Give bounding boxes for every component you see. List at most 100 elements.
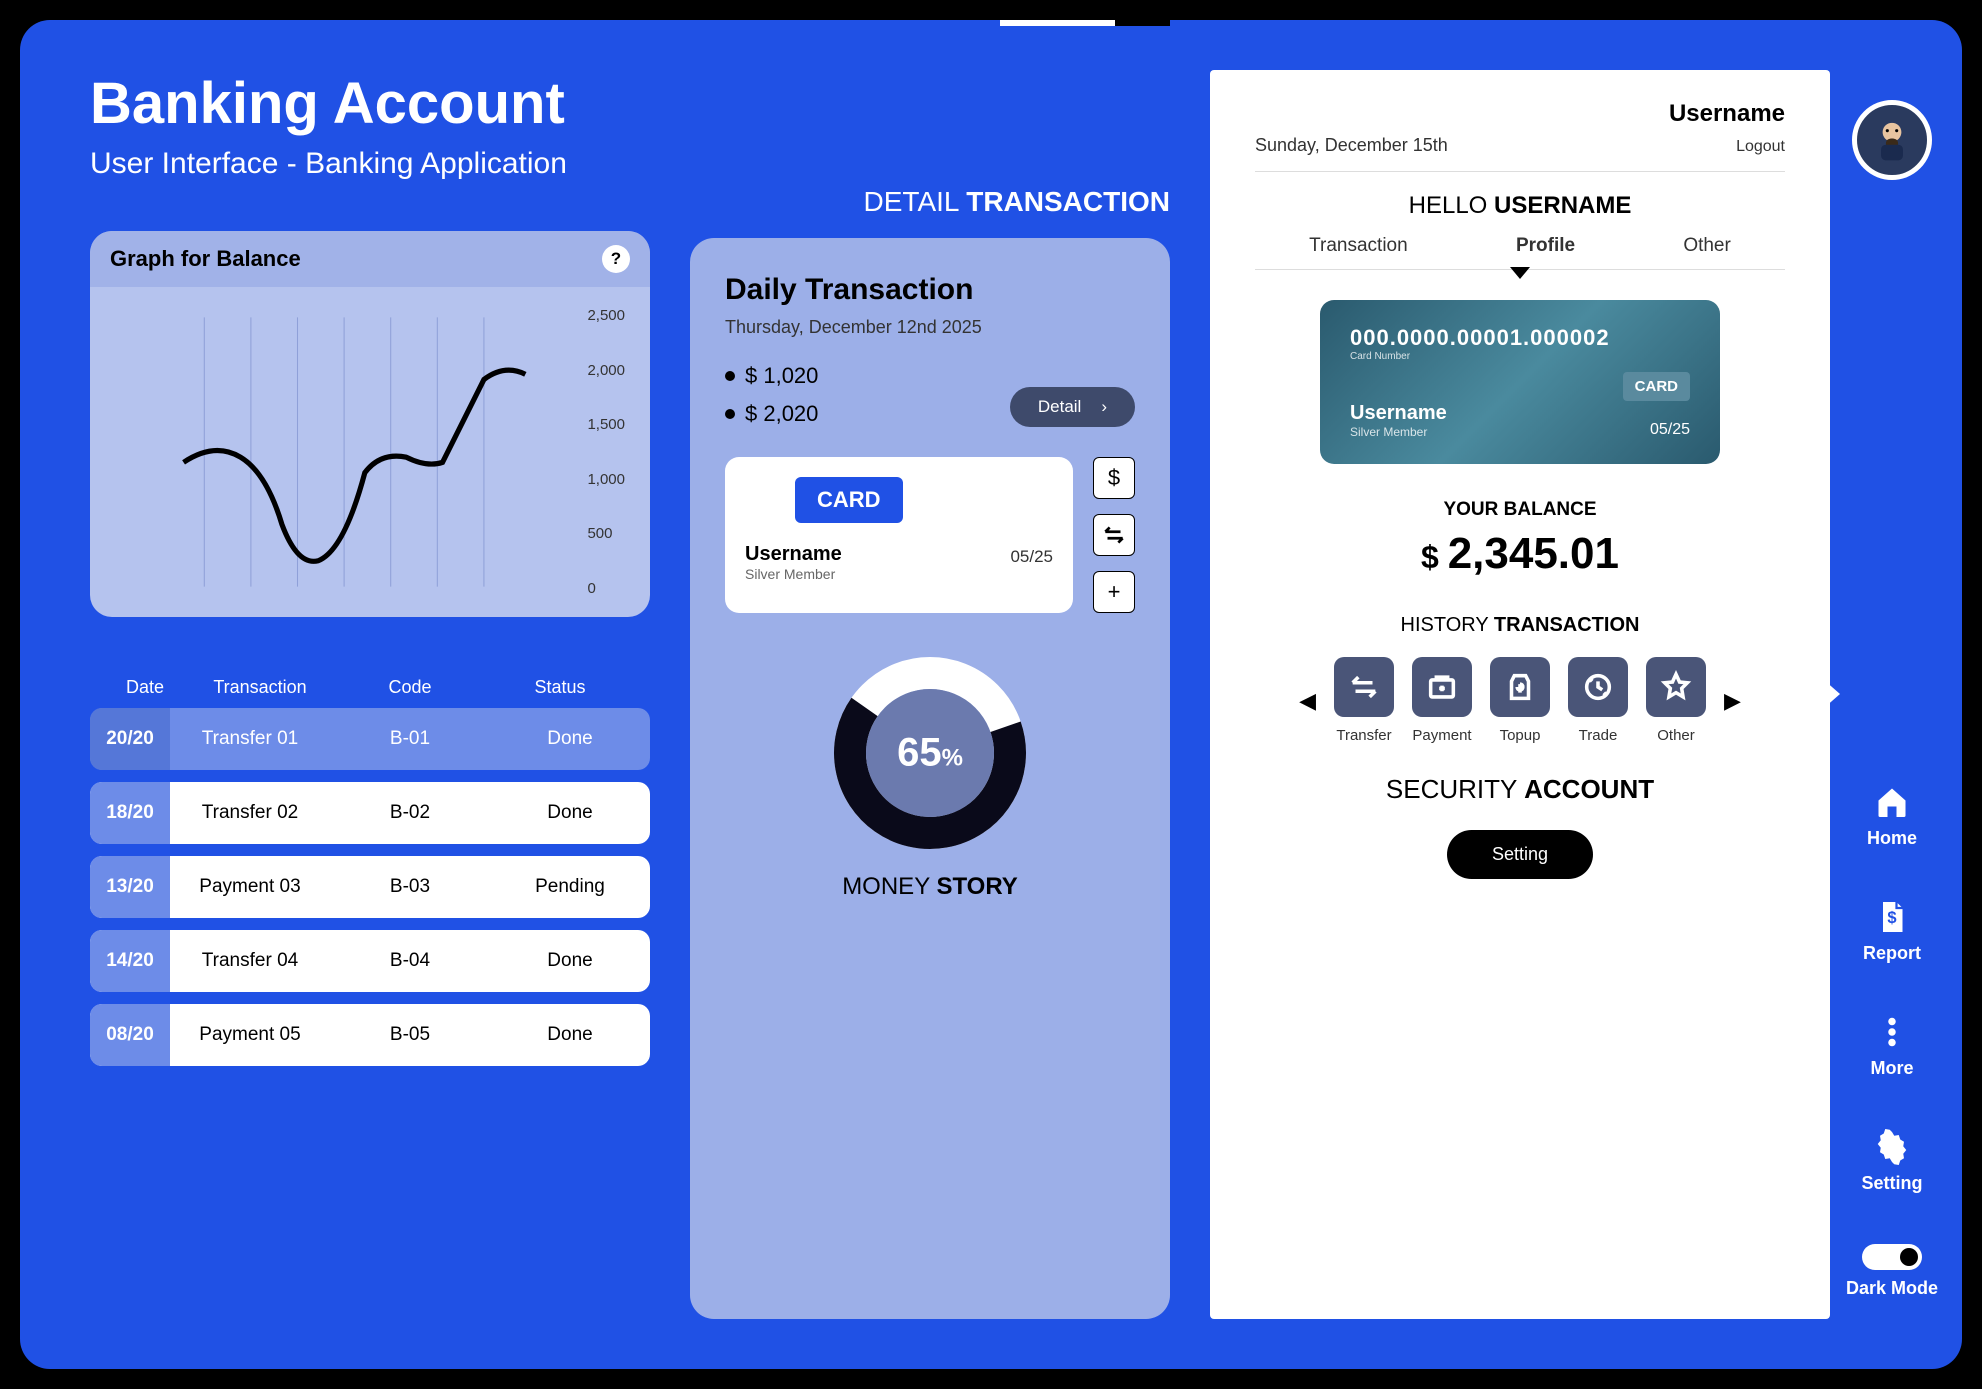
ytick: 500 bbox=[587, 525, 625, 542]
th-status: Status bbox=[485, 677, 635, 698]
transaction-table: Date Transaction Code Status 20/20 Trans… bbox=[90, 667, 650, 1078]
cell-code: B-03 bbox=[330, 876, 490, 898]
action-label: Trade bbox=[1579, 727, 1618, 744]
card-expiry: 05/25 bbox=[1650, 421, 1690, 439]
page-title: Banking Account bbox=[90, 70, 650, 137]
nav-dark-mode[interactable]: Dark Mode bbox=[1846, 1244, 1938, 1299]
ytick: 2,500 bbox=[587, 307, 625, 324]
hello-greeting: HELLO USERNAME bbox=[1255, 192, 1785, 220]
action-label: Topup bbox=[1500, 727, 1541, 744]
transfer-action-button[interactable] bbox=[1334, 657, 1394, 717]
th-code: Code bbox=[335, 677, 485, 698]
ytick: 0 bbox=[587, 580, 625, 597]
daily-transaction-card: Daily Transaction Thursday, December 12n… bbox=[690, 238, 1170, 1319]
tab-indicator-icon bbox=[1510, 267, 1530, 279]
balance-amount: 2,345.01 bbox=[1255, 529, 1785, 579]
cell-date: 20/20 bbox=[90, 708, 170, 770]
dollar-icon[interactable]: $ bbox=[1093, 457, 1135, 499]
next-arrow-icon[interactable]: ▶ bbox=[1724, 688, 1741, 714]
current-date: Sunday, December 15th bbox=[1255, 135, 1448, 156]
tab-transaction[interactable]: Transaction bbox=[1309, 235, 1408, 257]
nav-home[interactable]: Home bbox=[1846, 784, 1938, 849]
tab-profile[interactable]: Profile bbox=[1516, 235, 1575, 257]
card-number-label: Card Number bbox=[1350, 351, 1690, 362]
detail-button[interactable]: Detail › bbox=[1010, 387, 1135, 427]
card-expiry: 05/25 bbox=[1010, 547, 1053, 567]
nav-setting[interactable]: Setting bbox=[1846, 1129, 1938, 1194]
cell-name: Transfer 01 bbox=[170, 728, 330, 750]
logout-link[interactable]: Logout bbox=[1669, 138, 1785, 156]
cell-code: B-02 bbox=[330, 802, 490, 824]
balance-line-chart bbox=[115, 307, 625, 597]
action-label: Other bbox=[1657, 727, 1695, 744]
card-member-tier: Silver Member bbox=[1350, 425, 1447, 439]
cell-date: 08/20 bbox=[90, 1004, 170, 1066]
cell-code: B-05 bbox=[330, 1024, 490, 1046]
ytick: 1,000 bbox=[587, 471, 625, 488]
balance-chart-title: Graph for Balance bbox=[110, 246, 301, 272]
table-row[interactable]: 13/20 Payment 03 B-03 Pending bbox=[90, 856, 650, 918]
plus-icon[interactable]: + bbox=[1093, 571, 1135, 613]
balance-chart-card: Graph for Balance ? 2,500 2,000 1,5 bbox=[90, 231, 650, 617]
cell-date: 18/20 bbox=[90, 782, 170, 844]
dark-mode-toggle[interactable] bbox=[1862, 1244, 1922, 1270]
trade-action-button[interactable] bbox=[1568, 657, 1628, 717]
tab-other[interactable]: Other bbox=[1683, 235, 1731, 257]
avatar[interactable] bbox=[1852, 100, 1932, 180]
card-member-tier: Silver Member bbox=[745, 566, 1053, 582]
action-label: Transfer bbox=[1336, 727, 1391, 744]
page-subtitle: User Interface - Banking Application bbox=[90, 147, 650, 181]
balance-label: YOUR BALANCE bbox=[1255, 499, 1785, 521]
th-transaction: Transaction bbox=[185, 677, 335, 698]
cell-name: Payment 03 bbox=[170, 876, 330, 898]
daily-date: Thursday, December 12nd 2025 bbox=[725, 317, 1135, 338]
progress-indicator bbox=[1000, 20, 1170, 26]
cell-code: B-01 bbox=[330, 728, 490, 750]
cell-status: Done bbox=[490, 1024, 650, 1046]
security-label: SECURITY ACCOUNT bbox=[1255, 774, 1785, 805]
card-badge: CARD bbox=[795, 477, 903, 523]
chevron-right-icon: › bbox=[1101, 397, 1107, 417]
nav-more[interactable]: More bbox=[1846, 1014, 1938, 1079]
cell-name: Payment 05 bbox=[170, 1024, 330, 1046]
cell-status: Done bbox=[490, 950, 650, 972]
payment-action-button[interactable] bbox=[1412, 657, 1472, 717]
card-username: Username bbox=[745, 543, 1053, 566]
cell-status: Done bbox=[490, 728, 650, 750]
topup-action-button[interactable] bbox=[1490, 657, 1550, 717]
table-row[interactable]: 14/20 Transfer 04 B-04 Done bbox=[90, 930, 650, 992]
svg-text:$: $ bbox=[1887, 909, 1896, 927]
cell-name: Transfer 02 bbox=[170, 802, 330, 824]
cell-name: Transfer 04 bbox=[170, 950, 330, 972]
help-icon[interactable]: ? bbox=[602, 245, 630, 273]
action-label: Payment bbox=[1412, 727, 1471, 744]
card-holder-name: Username bbox=[1350, 402, 1447, 425]
setting-button[interactable]: Setting bbox=[1447, 830, 1593, 879]
table-row[interactable]: 20/20 Transfer 01 B-01 Done bbox=[90, 708, 650, 770]
cell-status: Done bbox=[490, 802, 650, 824]
table-row[interactable]: 08/20 Payment 05 B-05 Done bbox=[90, 1004, 650, 1066]
history-label: HISTORY TRANSACTION bbox=[1255, 614, 1785, 637]
prev-arrow-icon[interactable]: ◀ bbox=[1299, 688, 1316, 714]
nav-report[interactable]: $ Report bbox=[1846, 899, 1938, 964]
th-date: Date bbox=[105, 677, 185, 698]
credit-card[interactable]: 000.0000.00001.000002 Card Number CARD U… bbox=[1320, 300, 1720, 464]
amount-item: $ 1,020 bbox=[725, 363, 818, 389]
cell-status: Pending bbox=[490, 876, 650, 898]
cell-code: B-04 bbox=[330, 950, 490, 972]
username-label: Username bbox=[1669, 100, 1785, 128]
profile-panel: Sunday, December 15th Username Logout HE… bbox=[1210, 70, 1830, 1319]
transfer-icon[interactable] bbox=[1093, 514, 1135, 556]
money-story-donut: 65% bbox=[830, 653, 1030, 853]
mini-card[interactable]: CARD Username Silver Member 05/25 bbox=[725, 457, 1073, 613]
amount-item: $ 2,020 bbox=[725, 401, 818, 427]
cell-date: 14/20 bbox=[90, 930, 170, 992]
card-number: 000.0000.00001.000002 bbox=[1350, 325, 1690, 351]
nav-indicator-icon bbox=[1824, 680, 1840, 708]
cell-date: 13/20 bbox=[90, 856, 170, 918]
table-row[interactable]: 18/20 Transfer 02 B-02 Done bbox=[90, 782, 650, 844]
ytick: 2,000 bbox=[587, 362, 625, 379]
detail-transaction-heading: DETAIL TRANSACTION bbox=[690, 186, 1170, 218]
other-action-button[interactable] bbox=[1646, 657, 1706, 717]
daily-title: Daily Transaction bbox=[725, 273, 1135, 307]
